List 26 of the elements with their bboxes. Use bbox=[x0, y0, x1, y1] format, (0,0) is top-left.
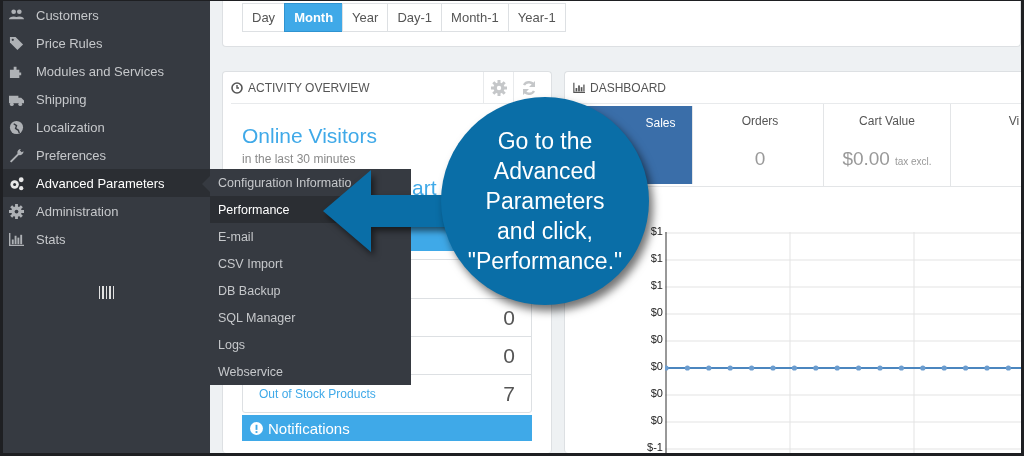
axis-label: $1 bbox=[650, 225, 663, 239]
axis-label: $1 bbox=[650, 252, 663, 266]
kpi-label: Vi bbox=[1008, 114, 1020, 128]
axis-label: $0 bbox=[650, 306, 663, 320]
kpi-label: Orders bbox=[741, 114, 779, 128]
stat-value: 0 bbox=[503, 343, 515, 368]
carts-heading: art bbox=[412, 176, 437, 201]
kpi-label: Cart Value bbox=[859, 114, 915, 128]
axis-label: $0 bbox=[650, 387, 663, 401]
callout-text: Go to the Advanced Parameters and click, "Performance." bbox=[467, 127, 623, 276]
notifications-title: Notifications bbox=[268, 419, 350, 437]
panel-title: DASHBOARD bbox=[590, 80, 666, 95]
online-visitors-heading: Online Visitors bbox=[242, 124, 377, 148]
kpi-label: Sales bbox=[644, 116, 676, 130]
kpi-value: 0 bbox=[754, 148, 766, 170]
axis-label: $0 bbox=[650, 360, 663, 374]
kpi-value: $0.00 bbox=[842, 148, 890, 170]
online-visitors-subtitle: in the last 30 minutes bbox=[242, 152, 357, 166]
axis-label: $0 bbox=[650, 333, 663, 347]
stat-value: 0 bbox=[503, 305, 515, 330]
stat-value: 7 bbox=[503, 381, 515, 406]
axis-label: $-1 bbox=[647, 441, 663, 453]
axis-label: $0 bbox=[650, 414, 663, 428]
axis-label: $1 bbox=[650, 279, 663, 293]
panel-title: ACTIVITY OVERVIEW bbox=[248, 80, 370, 95]
kpi-note: tax excl. bbox=[894, 156, 932, 167]
